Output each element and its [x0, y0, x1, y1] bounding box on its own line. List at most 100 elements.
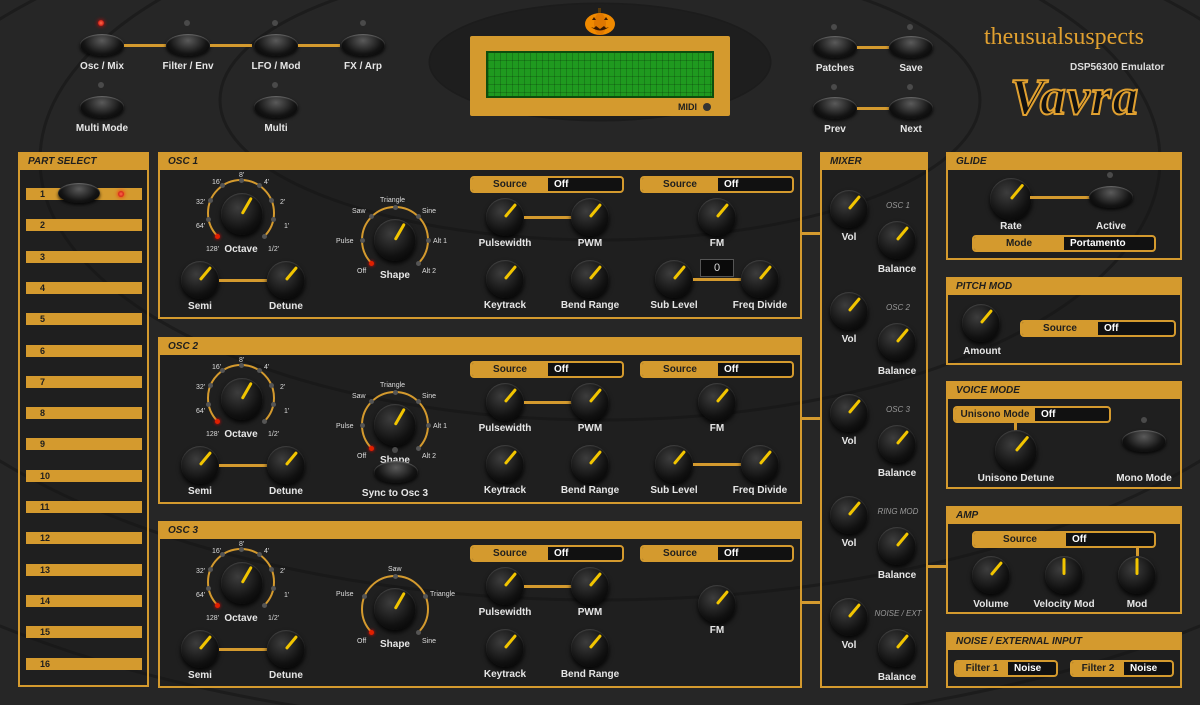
osc1-bend-range-knob[interactable] — [571, 260, 609, 298]
mixer-ch5-balance-knob[interactable] — [878, 629, 916, 667]
noise-filter1-select[interactable]: Filter 1 Noise — [954, 660, 1058, 677]
part-8-button[interactable]: 8 — [26, 407, 142, 420]
osc2-pulsewidth-knob[interactable] — [486, 383, 524, 421]
unisono-mode-select[interactable]: Unisono Mode Off — [953, 406, 1111, 423]
part-10-button[interactable]: 10 — [26, 469, 142, 482]
osc1-source2-select[interactable]: Source Off — [640, 176, 794, 193]
osc2-octave-knob[interactable] — [221, 378, 263, 420]
osc1-shape-alt1: Alt 1 — [433, 238, 448, 245]
part-3-button[interactable]: 3 — [26, 250, 142, 263]
lfo-mod-label: LFO / Mod — [251, 61, 301, 72]
pitch-mod-source-select[interactable]: Source Off — [1020, 320, 1176, 337]
part-select-knob[interactable] — [58, 183, 100, 203]
noise-filter2-value: Noise — [1130, 663, 1158, 674]
osc1-detune-knob[interactable] — [267, 261, 305, 299]
osc2-freq-divide-knob[interactable] — [741, 445, 779, 483]
fx-arp-button[interactable] — [341, 34, 385, 56]
unisono-detune-knob[interactable] — [995, 430, 1037, 472]
osc3-semi-knob[interactable] — [181, 630, 219, 668]
osc1-octave-knob[interactable] — [221, 193, 263, 235]
part-15-button[interactable]: 15 — [26, 626, 142, 639]
osc2-pwm-knob[interactable] — [571, 383, 609, 421]
osc3-octave-dot — [256, 552, 262, 558]
part-16-button[interactable]: 16 — [26, 657, 142, 670]
osc2-source2-select[interactable]: Source Off — [640, 361, 794, 378]
osc2-pulsewidth-label: Pulsewidth — [478, 423, 532, 434]
osc3-keytrack-knob[interactable] — [486, 629, 524, 667]
mixer-ch4-balance-knob[interactable] — [878, 527, 916, 565]
mixer-ch3-balance-knob[interactable] — [878, 425, 916, 463]
freq-divide-value: 0 — [700, 259, 734, 277]
osc-mix-label: Osc / Mix — [80, 61, 124, 72]
osc2-semi-knob[interactable] — [181, 446, 219, 484]
part-2-button[interactable]: 2 — [26, 219, 142, 232]
mixer-ch3-name: OSC 3 — [885, 405, 910, 414]
part-9-button[interactable]: 9 — [26, 438, 142, 451]
part-4-button[interactable]: 4 — [26, 281, 142, 294]
part-13-button[interactable]: 13 — [26, 563, 142, 576]
glide-rate-knob[interactable] — [990, 178, 1032, 220]
osc2-source1-select[interactable]: Source Off — [470, 361, 624, 378]
noise-filter2-select[interactable]: Filter 2 Noise — [1070, 660, 1174, 677]
osc3-octave-dot — [270, 585, 276, 591]
part-5-button[interactable]: 5 — [26, 313, 142, 326]
osc2-detune-knob[interactable] — [267, 446, 305, 484]
osc1-keytrack-knob[interactable] — [486, 260, 524, 298]
part-11-button[interactable]: 11 — [26, 501, 142, 513]
amp-source-select[interactable]: Source Off — [972, 531, 1156, 548]
osc1-source1-select[interactable]: Source Off — [470, 176, 624, 193]
sync-osc3-button[interactable] — [374, 461, 418, 483]
osc3-pwm-knob[interactable] — [571, 567, 609, 605]
osc3-fm-knob[interactable] — [698, 585, 736, 623]
mono-mode-button[interactable] — [1122, 430, 1166, 452]
prev-button[interactable] — [813, 97, 857, 119]
osc2-tick-16: 16' — [212, 364, 222, 371]
osc1-freq-divide-knob[interactable] — [741, 260, 779, 298]
glide-mode-select[interactable]: Mode Portamento — [972, 235, 1156, 252]
osc1-fm-knob[interactable] — [698, 198, 736, 236]
amp-mod-knob[interactable] — [1118, 556, 1156, 594]
osc2-source2-select-value: Off — [724, 364, 739, 375]
osc3-octave-knob[interactable] — [221, 562, 263, 604]
next-button[interactable] — [889, 97, 933, 119]
amp-title: AMP — [948, 508, 1180, 524]
osc3-bend-range-knob[interactable] — [571, 629, 609, 667]
osc1-pulsewidth-knob[interactable] — [486, 198, 524, 236]
mixer-ch1-balance-knob[interactable] — [878, 221, 916, 259]
osc1-octave-dot — [268, 197, 274, 203]
multi-mode-label: Multi Mode — [75, 123, 129, 134]
part-6-button[interactable]: 6 — [26, 344, 142, 357]
lfo-mod-button[interactable] — [254, 34, 298, 56]
osc-mix-button[interactable] — [80, 34, 124, 56]
osc3-octave-dot — [268, 566, 274, 572]
osc2-sub-level-label: Sub Level — [650, 485, 698, 496]
pitch-mod-amount-knob[interactable] — [962, 304, 1000, 342]
part-12-button[interactable]: 12 — [26, 532, 142, 545]
part-7-button[interactable]: 7 — [26, 375, 142, 388]
save-button[interactable] — [889, 36, 933, 58]
part-14-button[interactable]: 14 — [26, 594, 142, 607]
osc3-pulsewidth-knob[interactable] — [486, 567, 524, 605]
osc1-pwm-knob[interactable] — [571, 198, 609, 236]
osc1-shape-knob[interactable] — [374, 219, 416, 261]
osc2-sub-level-knob[interactable] — [655, 445, 693, 483]
amp-volume-knob[interactable] — [972, 556, 1010, 594]
osc2-keytrack-knob[interactable] — [486, 445, 524, 483]
osc2-bend-range-knob[interactable] — [571, 445, 609, 483]
amp-velocity-mod-knob[interactable] — [1045, 556, 1083, 594]
glide-active-button[interactable] — [1089, 186, 1133, 208]
multi-mode-button[interactable] — [80, 96, 124, 118]
filter-env-button[interactable] — [166, 34, 210, 56]
osc1-semi-knob[interactable] — [181, 261, 219, 299]
mixer-ch2-balance-knob[interactable] — [878, 323, 916, 361]
osc1-sub-level-knob[interactable] — [655, 260, 693, 298]
osc2-shape-knob[interactable] — [374, 404, 416, 446]
patches-button[interactable] — [813, 36, 857, 58]
osc2-fm-knob[interactable] — [698, 383, 736, 421]
osc3-source2-select[interactable]: Source Off — [640, 545, 794, 562]
multi-button[interactable] — [254, 96, 298, 118]
osc3-shape-knob[interactable] — [374, 588, 416, 630]
osc3-detune-knob[interactable] — [267, 630, 305, 668]
osc1-pwm-label: PWM — [577, 238, 603, 249]
osc3-source1-select[interactable]: Source Off — [470, 545, 624, 562]
